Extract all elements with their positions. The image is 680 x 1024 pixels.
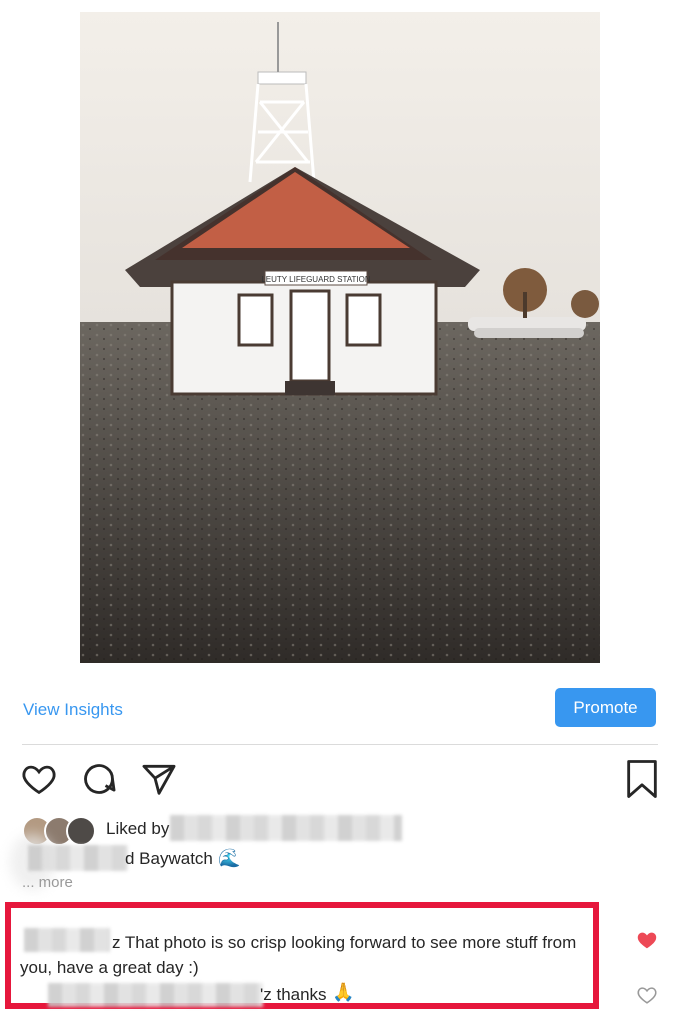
redacted-username [28,845,128,871]
station-sign: LEUTY LIFEGUARD STATION [261,275,371,284]
pray-emoji: 🙏 [332,982,355,1002]
redacted-username [170,815,402,841]
liked-by-label: Liked by [106,819,170,838]
divider [22,744,658,745]
view-insights-link[interactable]: View Insights [23,700,123,720]
caption-text: d Baywatch [125,849,213,868]
paper-plane-icon[interactable] [140,760,178,798]
heart-outline-icon[interactable] [636,984,658,1006]
wave-emoji: 🌊 [218,848,241,868]
more-link[interactable]: ... more [22,874,73,891]
heart-icon[interactable] [20,760,58,798]
comment-icon[interactable] [80,760,118,798]
bookmark-icon[interactable] [624,759,660,799]
heart-filled-icon[interactable] [636,929,658,951]
post-photo[interactable]: LEUTY LIFEGUARD STATION [80,12,600,663]
comment-text: z That photo is so crisp looking forward… [20,933,577,977]
photo-illustration: LEUTY LIFEGUARD STATION [80,12,600,663]
redacted-username [48,983,263,1007]
promote-button[interactable]: Promote [555,688,656,727]
comment-text: 'z thanks [260,985,327,1004]
avatar [66,816,96,846]
